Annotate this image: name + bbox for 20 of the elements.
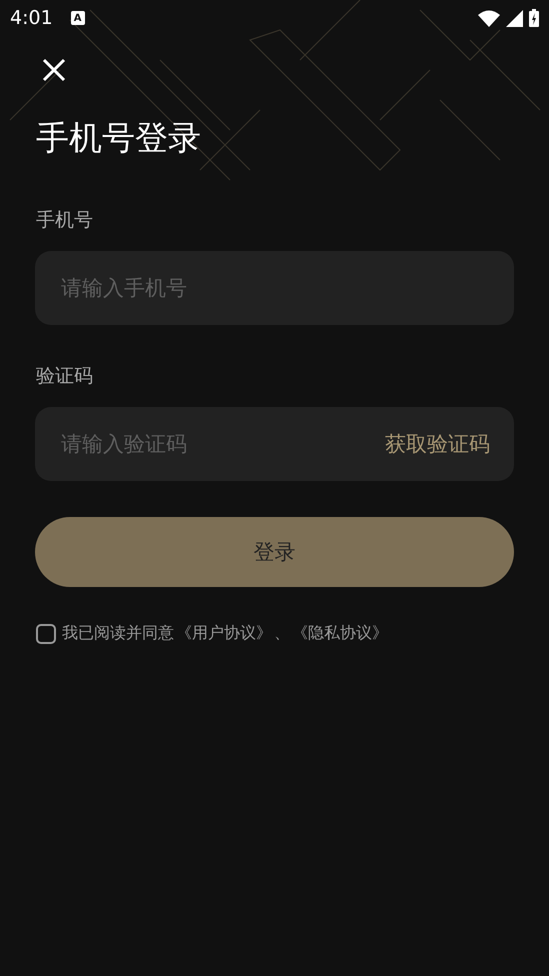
agreement-link[interactable]: 《用户协议》 [176,623,272,644]
status-time: 4:01 [10,7,53,29]
field-label: 验证码 [36,364,94,389]
page-title: 手机号登录 [36,117,202,159]
battery-icon [529,9,539,27]
code-input[interactable]: 请输入验证码 [59,431,385,457]
agreement-text: 我已阅读并同意 [62,623,174,644]
login-button[interactable]: 登录 [35,517,514,587]
agreement-link[interactable]: 《隐私协议》 [292,623,388,644]
field-label: 手机号 [36,208,94,233]
get-code-button[interactable]: 获取验证码 [385,430,490,458]
wifi-icon [478,10,500,26]
code-input-field[interactable]: 请输入验证码 获取验证码 [35,407,514,481]
signal-icon [506,10,523,26]
notification-icon: A [70,11,85,25]
phone-input[interactable]: 请输入手机号 [59,275,490,301]
close-icon [42,58,66,82]
separator-text: 、 [274,623,290,644]
phone-input-field[interactable]: 请输入手机号 [35,251,514,325]
agreement-checkbox[interactable] [36,624,56,644]
